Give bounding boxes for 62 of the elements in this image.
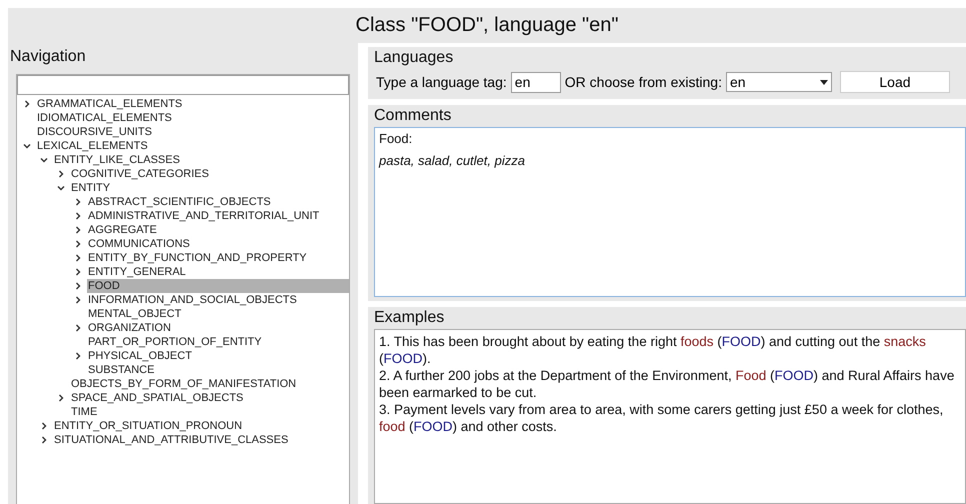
tree-item[interactable]: MENTAL_OBJECT <box>87 307 182 321</box>
chevron-right-icon[interactable] <box>57 170 65 178</box>
example-sentence: 2. A further 200 jobs at the Department of the Environment, Food (FOOD) and Rural Affairs have been earmarked to be cut. <box>379 367 956 401</box>
chevron-right-icon[interactable] <box>74 212 82 220</box>
tree-item[interactable]: ORGANIZATION <box>87 321 172 335</box>
chevron-down-icon[interactable] <box>23 142 31 150</box>
tree-item[interactable]: LEXICAL_ELEMENTS <box>36 139 149 153</box>
language-dropdown[interactable]: en <box>726 72 832 92</box>
chevron-right-icon[interactable] <box>40 436 48 444</box>
tree-item[interactable]: DISCOURSIVE_UNITS <box>36 125 153 139</box>
example-sentence: 1. This has been brought about by eating the right foods (FOOD) and cutting out the snacks (FOOD). <box>379 333 927 367</box>
chevron-right-icon[interactable] <box>74 268 82 276</box>
comments-area[interactable]: Food: pasta, salad, cutlet, pizza <box>374 127 966 297</box>
tree-item[interactable]: ENTITY_BY_FUNCTION_AND_PROPERTY <box>87 251 308 265</box>
chevron-right-icon[interactable] <box>74 296 82 304</box>
tree-item[interactable]: GRAMMATICAL_ELEMENTS <box>36 97 184 111</box>
chevron-down-icon[interactable] <box>40 156 48 164</box>
tree-item[interactable]: FOOD <box>87 279 349 293</box>
tree-item[interactable]: ENTITY_LIKE_CLASSES <box>53 153 181 167</box>
panel-title: Navigation <box>10 48 86 66</box>
language-tag-field[interactable]: en <box>510 72 561 92</box>
tree-item[interactable]: INFORMATION_AND_SOCIAL_OBJECTS <box>87 293 298 307</box>
field-label: Type a language tag: <box>376 74 507 90</box>
chevron-right-icon[interactable] <box>57 394 65 402</box>
window-title: Class "FOOD", language "en" <box>356 14 618 37</box>
chevron-right-icon[interactable] <box>74 352 82 360</box>
chevron-right-icon[interactable] <box>23 100 31 108</box>
section-title: Comments <box>374 107 452 125</box>
tree-item[interactable]: ENTITY_OR_SITUATION_PRONOUN <box>53 419 244 433</box>
tree-item[interactable]: ADMINISTRATIVE_AND_TERRITORIAL_UNIT <box>87 209 320 223</box>
tree-item[interactable]: ENTITY <box>70 181 112 195</box>
load-button[interactable]: Load <box>840 71 950 93</box>
tree-item[interactable]: TIME <box>70 405 98 419</box>
tree-item[interactable]: SUBSTANCE <box>87 363 156 377</box>
chevron-right-icon[interactable] <box>74 226 82 234</box>
chevron-right-icon[interactable] <box>74 254 82 262</box>
chevron-down-icon[interactable] <box>57 184 65 192</box>
comment-text: Food: <box>379 131 414 146</box>
dropdown-arrow-icon <box>820 80 828 84</box>
chevron-right-icon[interactable] <box>40 422 48 430</box>
example-sentence: 3. Payment levels vary from area to area, with some carers getting just £50 a week for clothes, food (FOOD) and other costs. <box>379 401 944 435</box>
tree-item[interactable]: COGNITIVE_CATEGORIES <box>70 167 210 181</box>
field-label: OR choose from existing: <box>564 74 722 90</box>
section-title: Languages <box>374 49 454 67</box>
chevron-right-icon[interactable] <box>74 240 82 248</box>
tree-item[interactable]: ENTITY_GENERAL <box>87 265 187 279</box>
tree-item[interactable]: PART_OR_PORTION_OF_ENTITY <box>87 335 263 349</box>
chevron-right-icon[interactable] <box>74 282 82 290</box>
tree-item[interactable]: COMMUNICATIONS <box>87 237 191 251</box>
tree-item[interactable]: ABSTRACT_SCIENTIFIC_OBJECTS <box>87 195 272 209</box>
comment-text: pasta, salad, cutlet, pizza <box>379 153 526 168</box>
tree-item[interactable]: IDIOMATICAL_ELEMENTS <box>36 111 173 125</box>
tree-item[interactable]: AGGREGATE <box>87 223 158 237</box>
tree-item[interactable]: SPACE_AND_SPATIAL_OBJECTS <box>70 391 244 405</box>
tree-item[interactable]: SITUATIONAL_AND_ATTRIBUTIVE_CLASSES <box>53 433 290 447</box>
tree-item[interactable]: PHYSICAL_OBJECT <box>87 349 193 363</box>
tree-item[interactable]: OBJECTS_BY_FORM_OF_MANIFESTATION <box>70 377 298 391</box>
chevron-right-icon[interactable] <box>74 198 82 206</box>
chevron-right-icon[interactable] <box>74 324 82 332</box>
section-title: Examples <box>374 309 444 327</box>
examples-area[interactable] <box>374 329 966 504</box>
search-field[interactable] <box>17 75 349 95</box>
